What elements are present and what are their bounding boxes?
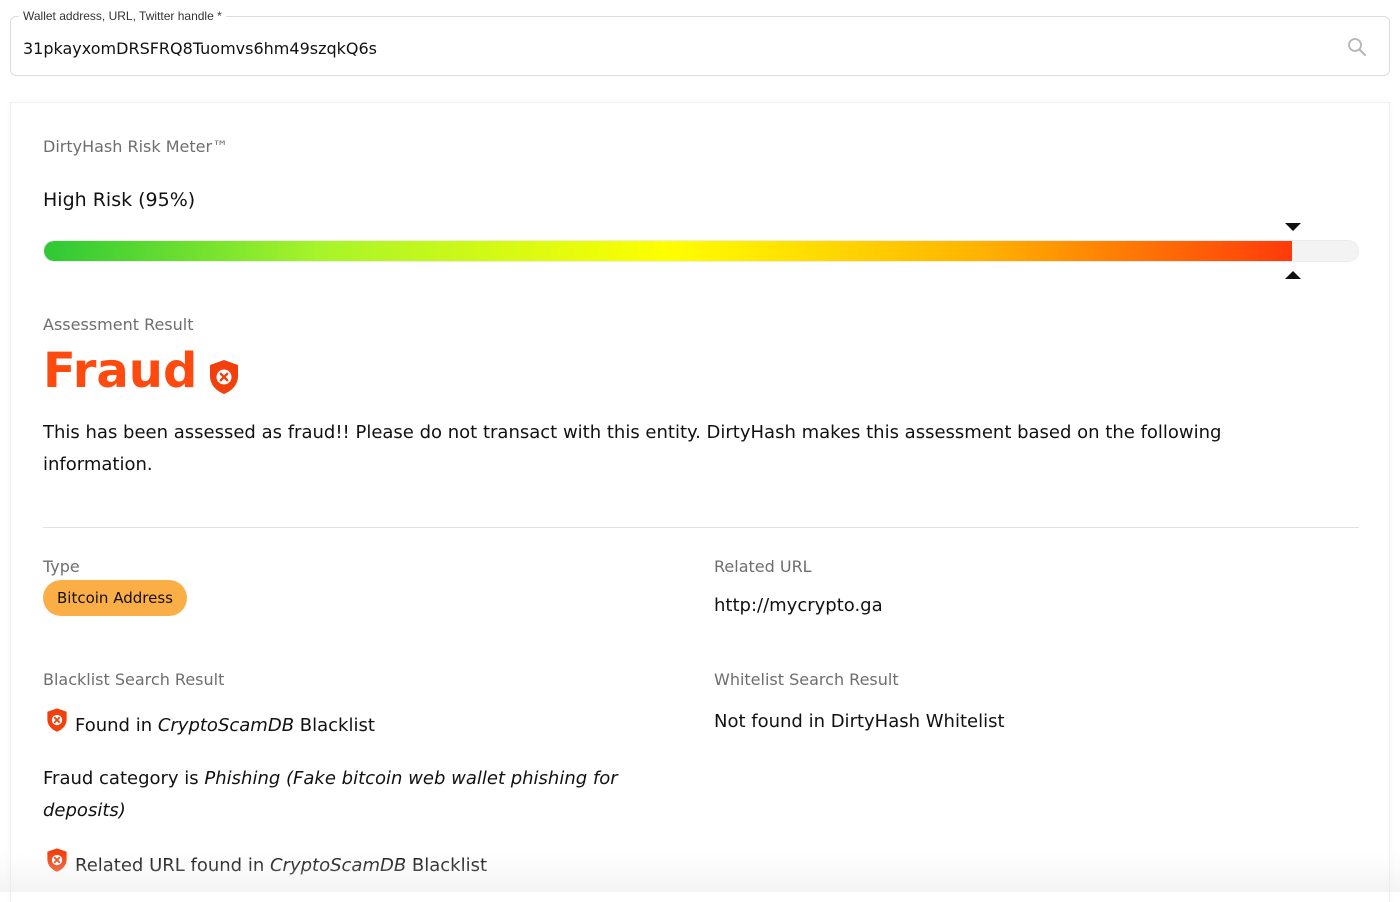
fraud-category-name: Phishing [204,768,281,789]
whitelist-label: Whitelist Search Result [714,670,899,689]
risk-level-text: High Risk (95%) [43,189,196,211]
search-box[interactable]: Wallet address, URL, Twitter handle * [10,9,1390,76]
blacklist-found-prefix: Found in [75,715,158,736]
whitelist-result: Not found in DirtyHash Whitelist [714,711,1005,732]
related-url-found-text: Related URL found in CryptoScamDB Blackl… [75,855,487,876]
related-url-source: CryptoScamDB [269,855,407,876]
blacklist-found-suffix: Blacklist [294,715,375,736]
assessment-description: This has been assessed as fraud!! Please… [43,422,1222,475]
search-label: Wallet address, URL, Twitter handle * [19,9,226,23]
shield-x-icon [210,360,238,394]
related-url-found-prefix: Related URL found in [75,855,270,876]
shield-x-icon [47,708,67,732]
blacklist-label: Blacklist Search Result [43,670,225,689]
blacklist-found-text: Found in CryptoScamDB Blacklist [75,715,375,736]
risk-marker-icon [1285,223,1302,279]
search-input[interactable] [23,33,1323,63]
blacklist-source: CryptoScamDB [157,715,295,736]
verdict-text: Fraud [43,343,198,399]
risk-meter-track [43,240,1359,262]
assessment-label: Assessment Result [43,315,194,334]
related-url-value: http://mycrypto.ga [714,595,883,616]
fraud-category: Fraud category is Phishing (Fake bitcoin… [43,763,663,827]
result-card: DirtyHash Risk Meter™ High Risk (95%) As… [10,102,1390,902]
related-url-label: Related URL [714,557,812,576]
type-label: Type [43,557,80,576]
risk-meter-title: DirtyHash Risk Meter™ [43,137,229,156]
type-badge: Bitcoin Address [43,580,187,616]
divider [43,527,1359,528]
related-url-found-suffix: Blacklist [406,855,488,876]
risk-meter-fill [44,241,1293,261]
search-icon[interactable] [1347,37,1367,57]
shield-x-icon [47,848,67,872]
fraud-category-prefix: Fraud category is [43,768,205,789]
